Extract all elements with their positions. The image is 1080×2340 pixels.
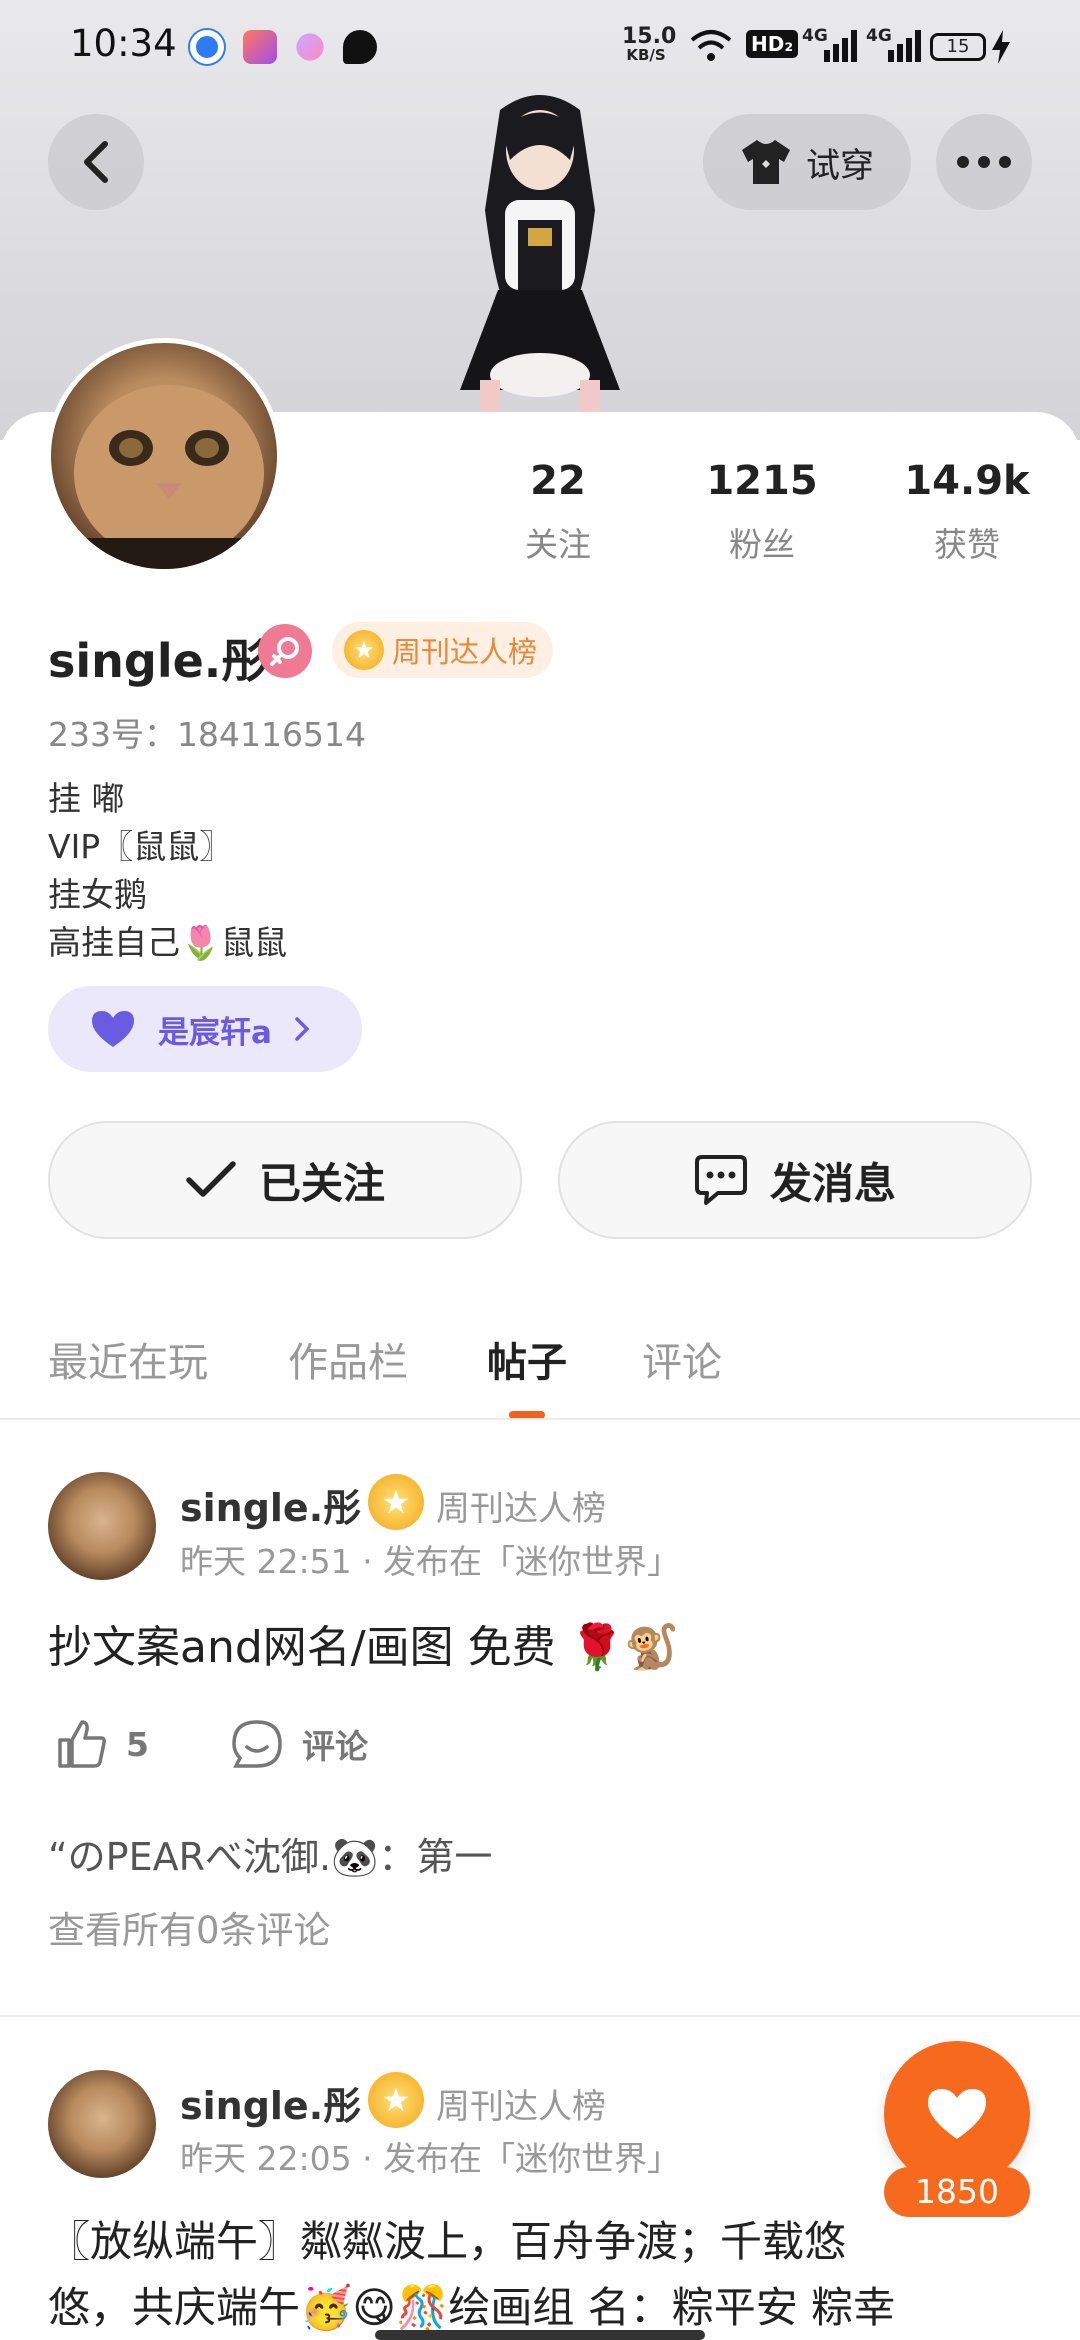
post-author[interactable]: single.彤	[180, 2075, 361, 2130]
tab-posts[interactable]: 帖子	[487, 1330, 567, 1388]
wifi-icon	[690, 30, 732, 61]
star-icon: ★	[368, 1474, 424, 1530]
like-action[interactable]: 5	[56, 1718, 149, 1770]
try-on-button[interactable]: 试穿	[703, 114, 911, 210]
following-label: 已关注	[258, 1158, 385, 1208]
tab-recent[interactable]: 最近在玩	[48, 1330, 208, 1388]
try-on-label: 试穿	[806, 145, 874, 186]
bio-line: 挂女鹅	[48, 875, 147, 914]
status-bar: 10:34 15.0 KB/S HD₂ 4G 4G 15	[0, 0, 1080, 95]
comment-bubble-icon	[232, 1720, 282, 1768]
chevron-right-icon	[295, 1017, 310, 1041]
stat-value: 14.9k	[904, 458, 1030, 504]
stat-label: 关注	[525, 525, 591, 564]
like-count: 5	[126, 1724, 149, 1764]
battery-level: 15	[946, 36, 970, 57]
thumbs-up-icon	[58, 1720, 106, 1768]
home-indicator	[375, 2330, 705, 2340]
battery-icon: 15	[930, 33, 986, 61]
post-text: 抄文案and网名/画图 免费 🌹🐒	[48, 1622, 680, 1673]
net-speed-unit: KB/S	[626, 46, 666, 64]
chevron-left-icon	[84, 141, 108, 183]
app-notification-icon	[243, 30, 277, 64]
post-text-line: 〖放纵端午〗粼粼波上，百舟争渡；千载悠	[48, 2217, 847, 2266]
heart-icon	[92, 1011, 134, 1047]
fan-tag-button[interactable]: 是宸轩a	[48, 986, 362, 1072]
back-button[interactable]	[48, 114, 144, 210]
stat-label: 获赞	[934, 525, 1000, 564]
post-badge: 周刊达人榜	[436, 2087, 606, 2127]
stat-label: 粉丝	[729, 525, 795, 564]
app-notification-icon	[190, 30, 224, 64]
star-icon: ★	[344, 630, 384, 670]
post-meta: 昨天 22:05 · 发布在「迷你世界」	[180, 2139, 681, 2178]
post-divider	[0, 2015, 1080, 2017]
net-speed-value: 15.0	[622, 24, 677, 49]
comment-action[interactable]: 评论	[230, 1718, 368, 1770]
more-dots-icon	[957, 156, 1011, 168]
weekly-rank-badge[interactable]: ★ 周刊达人榜	[332, 622, 554, 678]
floating-like-button[interactable]	[884, 2041, 1030, 2187]
comment-label: 评论	[302, 1727, 368, 1766]
fan-tag-label: 是宸轩a	[158, 1014, 272, 1051]
post-avatar[interactable]	[48, 1472, 156, 1580]
avatar-character-illustration	[460, 95, 620, 420]
charging-icon	[992, 30, 1010, 64]
app-notification-icon	[296, 33, 324, 61]
user-id: 233号：184116514	[48, 715, 366, 754]
network-speed: 15.0 KB/S	[622, 24, 677, 64]
following-button[interactable]: 已关注	[48, 1121, 522, 1239]
badge-label: 周刊达人榜	[392, 635, 538, 669]
signal-label: 4G	[802, 26, 828, 46]
hd-icon: HD₂	[746, 30, 799, 58]
tab-comments[interactable]: 评论	[642, 1330, 722, 1388]
tab-works[interactable]: 作品栏	[288, 1330, 408, 1388]
star-icon: ★	[368, 2072, 424, 2128]
post-meta: 昨天 22:51 · 发布在「迷你世界」	[180, 1542, 681, 1581]
cat-avatar-image	[51, 385, 277, 569]
profile-avatar[interactable]	[46, 338, 282, 574]
stat-value: 1215	[706, 458, 818, 504]
send-message-label: 发消息	[769, 1158, 896, 1208]
stat-value: 22	[530, 458, 586, 504]
send-message-button[interactable]: 发消息	[558, 1121, 1032, 1239]
status-time: 10:34	[70, 22, 177, 65]
post-avatar[interactable]	[48, 2070, 156, 2178]
signal-4g-1-icon: 4G	[802, 26, 862, 66]
profile-screen: 10:34 15.0 KB/S HD₂ 4G 4G 15 试穿 22 关注 12…	[0, 0, 1080, 2340]
signal-label: 4G	[866, 26, 892, 46]
signal-4g-2-icon: 4G	[866, 26, 926, 66]
bio-line: 挂 嘟	[48, 779, 125, 818]
username: single.彤	[48, 634, 268, 688]
chat-bubble-icon	[694, 1155, 747, 1205]
female-gender-icon	[258, 624, 312, 678]
bio-line: 高挂自己🌷鼠鼠	[48, 923, 288, 962]
tabs-divider	[0, 1418, 1080, 1420]
post-badge: 周刊达人榜	[436, 1489, 606, 1529]
checkmark-icon	[186, 1161, 236, 1197]
heart-icon	[928, 2089, 986, 2139]
wechat-icon	[343, 30, 377, 64]
tshirt-icon	[742, 140, 790, 184]
see-all-comments-link[interactable]: 查看所有0条评论	[48, 1900, 331, 1954]
floating-like-count: 1850	[884, 2167, 1030, 2217]
bio-line: VIP〖鼠鼠〗	[48, 827, 233, 866]
more-button[interactable]	[936, 114, 1032, 210]
post-author[interactable]: single.彤	[180, 1477, 361, 1532]
top-comment[interactable]: “のPEARべ沈御.🐼：第一	[48, 1826, 492, 1881]
